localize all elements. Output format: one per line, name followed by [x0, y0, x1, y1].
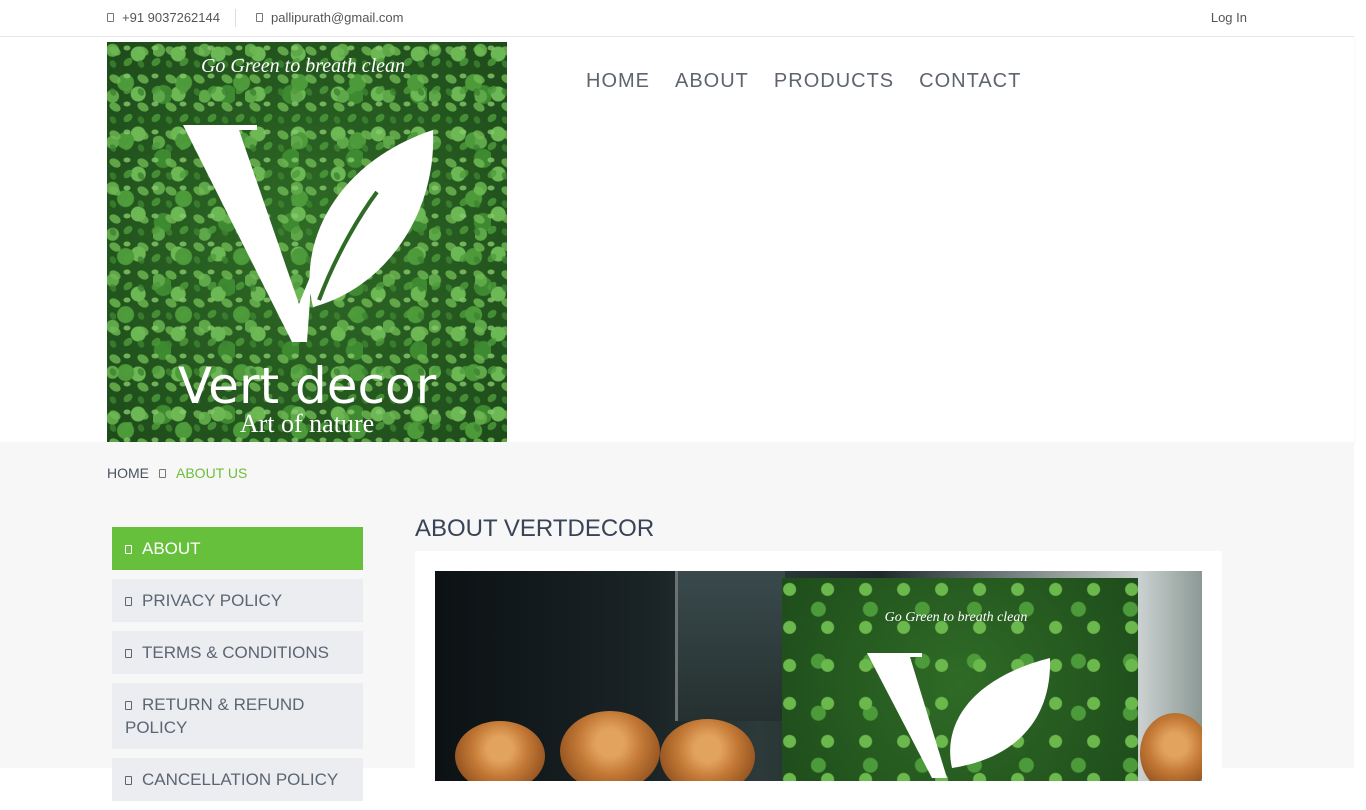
envelope-icon	[256, 13, 263, 22]
sidebar-item-label: CANCELLATION POLICY	[142, 770, 339, 789]
site-header: Go Green to breath clean Vert decor Art …	[0, 37, 1354, 442]
breadcrumb-home[interactable]: HOME	[107, 465, 149, 481]
phone-number[interactable]: +91 9037262144	[122, 10, 220, 25]
window-frame	[675, 571, 785, 721]
logo-subtitle: Art of nature	[240, 409, 374, 438]
sidebar-item-label: RETURN & REFUND POLICY	[125, 695, 305, 737]
wood-slice	[560, 711, 660, 781]
email-address[interactable]: pallipurath@gmail.com	[271, 10, 403, 25]
wood-slice	[660, 719, 755, 781]
logo-graphic: Go Green to breath clean Vert decor Art …	[107, 42, 507, 442]
nav-home[interactable]: HOME	[586, 70, 650, 93]
about-panel: Go Green to breath clean	[415, 551, 1222, 781]
main-nav: HOME ABOUT PRODUCTS CONTACT	[586, 70, 1021, 93]
hero-tagline: Go Green to breath clean	[885, 610, 1028, 625]
nav-contact[interactable]: CONTACT	[919, 70, 1021, 93]
sidebar-item-return-refund[interactable]: RETURN & REFUND POLICY	[112, 683, 363, 749]
logo-brand: Vert decor	[178, 357, 437, 415]
hero-image: Go Green to breath clean	[435, 571, 1202, 781]
sidebar-item-cancellation[interactable]: CANCELLATION POLICY	[112, 758, 363, 801]
sidebar-item-label: PRIVACY POLICY	[142, 591, 283, 610]
site-logo[interactable]: Go Green to breath clean Vert decor Art …	[107, 42, 507, 442]
wood-slice	[1140, 713, 1202, 781]
main-content: HOME ABOUT US ABOUT PRIVACY POLICY TERMS…	[0, 442, 1354, 801]
wood-slice	[455, 721, 545, 781]
chevron-right-icon	[125, 776, 132, 785]
nav-about[interactable]: ABOUT	[675, 70, 749, 93]
contact-bar: +91 9037262144 pallipurath@gmail.com Log…	[0, 0, 1354, 37]
breadcrumb: HOME ABOUT US	[107, 465, 247, 481]
chevron-right-icon	[125, 597, 132, 606]
chevron-right-icon	[125, 545, 132, 554]
chevron-right-icon	[159, 468, 166, 478]
divider	[235, 9, 236, 27]
sidebar-item-label: ABOUT	[142, 539, 201, 558]
chevron-right-icon	[125, 701, 132, 710]
logo-tagline: Go Green to breath clean	[201, 55, 405, 77]
wall-logo: Go Green to breath clean	[867, 610, 1051, 778]
phone-icon	[107, 13, 114, 22]
nav-products[interactable]: PRODUCTS	[774, 70, 894, 93]
phone-contact[interactable]: +91 9037262144	[107, 10, 220, 25]
green-wall: Go Green to breath clean	[782, 578, 1138, 781]
sidebar-item-terms[interactable]: TERMS & CONDITIONS	[112, 631, 363, 674]
email-contact[interactable]: pallipurath@gmail.com	[256, 10, 403, 25]
sidebar-item-about[interactable]: ABOUT	[112, 527, 363, 570]
page-title: ABOUT VERTDECOR	[415, 515, 655, 542]
sidebar-item-privacy-policy[interactable]: PRIVACY POLICY	[112, 579, 363, 622]
chevron-right-icon	[125, 649, 132, 658]
login-link[interactable]: Log In	[1211, 10, 1247, 25]
breadcrumb-current: ABOUT US	[176, 465, 248, 481]
sidebar-item-label: TERMS & CONDITIONS	[142, 643, 330, 662]
